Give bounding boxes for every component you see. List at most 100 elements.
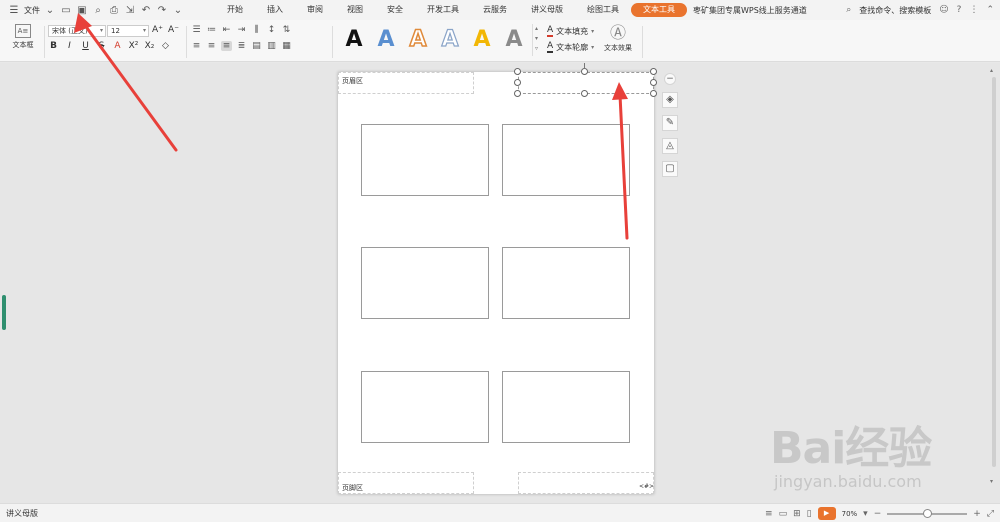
numbered-list-icon[interactable]: ≔ bbox=[206, 25, 217, 35]
fit-window-icon[interactable]: ⤢ bbox=[987, 509, 994, 519]
normal-view-icon[interactable]: ▭ bbox=[779, 509, 788, 519]
tab-review[interactable]: 审阅 bbox=[295, 3, 335, 17]
chevron-down-icon[interactable]: ⌄ bbox=[44, 5, 56, 16]
resize-handle[interactable] bbox=[514, 68, 521, 75]
zoom-level[interactable]: 70% bbox=[842, 510, 858, 518]
feedback-icon[interactable]: ☺ bbox=[939, 5, 948, 15]
promo-link[interactable]: 枣矿集团专属WPS线上服务通道 bbox=[693, 5, 807, 16]
handout-page[interactable]: 页眉区 页脚区 <#> bbox=[338, 72, 654, 494]
redo-icon[interactable]: ↷ bbox=[156, 5, 168, 16]
zoom-slider-knob[interactable] bbox=[923, 508, 933, 518]
print-icon[interactable]: ⎙ bbox=[108, 5, 120, 16]
wordart-style-blue-outline[interactable]: A bbox=[438, 25, 462, 55]
resize-handle[interactable] bbox=[514, 90, 521, 97]
slide-placeholder[interactable] bbox=[502, 371, 630, 443]
tab-handout-master[interactable]: 讲义母版 bbox=[519, 3, 575, 17]
tab-cloud[interactable]: 云服务 bbox=[471, 3, 519, 17]
fill-bucket-icon[interactable]: ◬ bbox=[662, 138, 678, 154]
collapse-icon[interactable]: − bbox=[664, 73, 676, 85]
undo-icon[interactable]: ↶ bbox=[140, 5, 152, 16]
resize-handle[interactable] bbox=[514, 79, 521, 86]
align-right-icon[interactable]: ≡ bbox=[221, 41, 232, 51]
tab-insert[interactable]: 插入 bbox=[255, 3, 295, 17]
page-number-area[interactable] bbox=[518, 472, 654, 494]
wordart-style-yellow[interactable]: A bbox=[470, 25, 494, 55]
scroll-down-icon[interactable]: ▾ bbox=[990, 478, 993, 485]
vertical-scrollbar[interactable]: ▴ ▾ bbox=[988, 63, 1000, 503]
hamburger-icon[interactable]: ☰ bbox=[8, 5, 20, 16]
command-search[interactable]: 查找命令、搜索模板 bbox=[859, 5, 931, 16]
resize-handle[interactable] bbox=[650, 68, 657, 75]
zoom-in-icon[interactable]: + bbox=[973, 509, 981, 519]
resize-handle[interactable] bbox=[581, 68, 588, 75]
grow-font-icon[interactable]: A⁺ bbox=[152, 25, 163, 35]
scroll-thumb[interactable] bbox=[992, 77, 996, 467]
align-center-icon[interactable]: ≡ bbox=[206, 41, 217, 51]
distribute-icon[interactable]: ▤ bbox=[251, 41, 262, 51]
help-icon[interactable]: ? bbox=[957, 5, 962, 15]
font-color-icon[interactable]: A bbox=[112, 41, 123, 51]
font-size-combo[interactable]: 12 ▾ bbox=[107, 25, 149, 37]
slide-placeholder[interactable] bbox=[502, 247, 630, 319]
open-folder-icon[interactable]: ▭ bbox=[60, 5, 72, 16]
increase-indent-icon[interactable]: ⇥ bbox=[236, 25, 247, 35]
more-icon[interactable]: ⋮ bbox=[969, 5, 978, 15]
export-icon[interactable]: ⇲ bbox=[124, 5, 136, 16]
resize-handle[interactable] bbox=[581, 90, 588, 97]
border-icon[interactable]: ▢ bbox=[662, 161, 678, 177]
wordart-style-black[interactable]: A bbox=[342, 25, 366, 55]
font-name-combo[interactable]: 宋体 (正文) ▾ bbox=[48, 25, 106, 37]
wordart-style-blue[interactable]: A bbox=[374, 25, 398, 55]
tab-text-tools[interactable]: 文本工具 bbox=[631, 3, 687, 17]
bold-icon[interactable]: B bbox=[48, 41, 59, 51]
text-fill-button[interactable]: A 文本填充 ▾ bbox=[547, 26, 594, 37]
wordart-style-orange-outline[interactable]: A bbox=[406, 25, 430, 55]
tab-drawing-tools[interactable]: 绘图工具 bbox=[575, 3, 631, 17]
find-icon[interactable]: ⌕ bbox=[92, 5, 104, 16]
clear-format-icon[interactable]: ◇ bbox=[160, 41, 171, 51]
resize-handle[interactable] bbox=[650, 90, 657, 97]
underline-icon[interactable]: U bbox=[80, 41, 91, 51]
gallery-scroll[interactable]: ▴ ▾ ▿ bbox=[532, 24, 540, 56]
text-direction-icon[interactable]: ⇅ bbox=[281, 25, 292, 35]
tab-developer[interactable]: 开发工具 bbox=[415, 3, 471, 17]
slide-placeholder[interactable] bbox=[502, 124, 630, 196]
layers-icon[interactable]: ◈ bbox=[662, 92, 678, 108]
zoom-out-icon[interactable]: − bbox=[874, 509, 882, 519]
zoom-dropdown-icon[interactable]: ▾ bbox=[863, 509, 868, 519]
columns-icon[interactable]: ⫼ bbox=[251, 25, 262, 35]
reading-view-icon[interactable]: ▯ bbox=[807, 509, 812, 519]
save-icon[interactable]: ▣ bbox=[76, 5, 88, 16]
italic-icon[interactable]: I bbox=[64, 41, 75, 51]
customize-icon[interactable]: ⌄ bbox=[172, 5, 184, 16]
align-left-icon[interactable]: ≡ bbox=[191, 41, 202, 51]
shrink-font-icon[interactable]: A⁻ bbox=[168, 25, 179, 35]
line-spacing-icon[interactable]: ↕ bbox=[266, 25, 277, 35]
slide-sorter-icon[interactable]: ⊞ bbox=[793, 509, 801, 519]
wordart-style-gray[interactable]: A bbox=[502, 25, 526, 55]
justify-icon[interactable]: ≣ bbox=[236, 41, 247, 51]
tab-view[interactable]: 视图 bbox=[335, 3, 375, 17]
slide-placeholder[interactable] bbox=[361, 124, 489, 196]
slideshow-play-button[interactable]: ▶ bbox=[817, 507, 836, 520]
file-menu[interactable]: 文件 bbox=[24, 5, 40, 16]
pen-icon[interactable]: ✎ bbox=[662, 115, 678, 131]
superscript-icon[interactable]: X² bbox=[128, 41, 139, 51]
textbox-button[interactable]: A≡ 文本框 bbox=[6, 23, 40, 59]
search-icon[interactable]: ⌕ bbox=[846, 5, 851, 15]
tab-home[interactable]: 开始 bbox=[215, 3, 255, 17]
slide-placeholder[interactable] bbox=[361, 371, 489, 443]
scroll-up-icon[interactable]: ▴ bbox=[990, 67, 993, 74]
subscript-icon[interactable]: X₂ bbox=[144, 41, 155, 51]
collapse-ribbon-icon[interactable]: ⌃ bbox=[986, 5, 994, 15]
resize-handle[interactable] bbox=[650, 79, 657, 86]
text-box-align-icon[interactable]: ▦ bbox=[281, 41, 292, 51]
align-text-icon[interactable]: ▥ bbox=[266, 41, 277, 51]
slide-placeholder[interactable] bbox=[361, 247, 489, 319]
strikethrough-icon[interactable]: S bbox=[96, 41, 107, 51]
decrease-indent-icon[interactable]: ⇤ bbox=[221, 25, 232, 35]
text-outline-button[interactable]: A 文本轮廓 ▾ bbox=[547, 42, 594, 53]
text-effects-button[interactable]: Ⓐ 文本效果 bbox=[598, 23, 638, 53]
panel-handle[interactable] bbox=[2, 295, 6, 330]
notes-icon[interactable]: ≡ bbox=[765, 509, 773, 519]
